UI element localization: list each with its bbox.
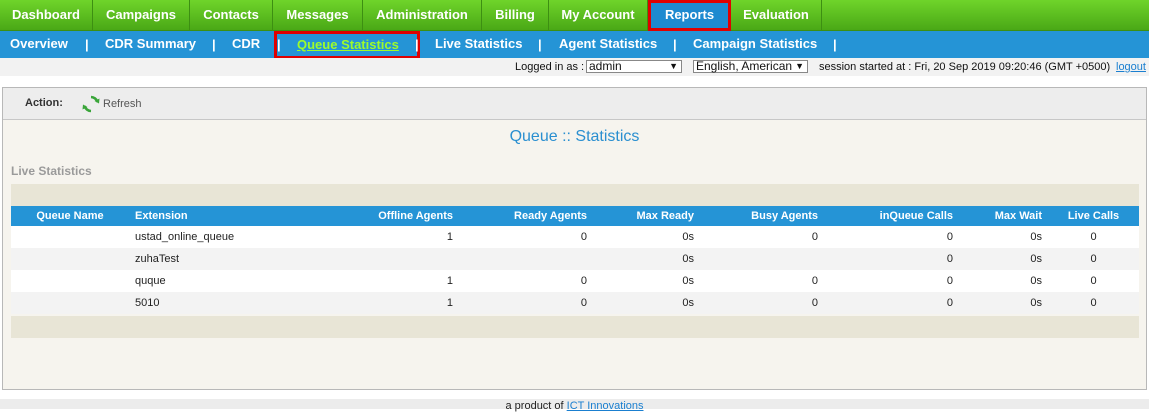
cell-live-calls: 0 bbox=[1048, 292, 1139, 314]
table-row: quque 1 0 0s 0 0 0s 0 bbox=[11, 270, 1139, 292]
cell-ready-agents bbox=[459, 248, 593, 270]
col-ready-agents[interactable]: Ready Agents bbox=[459, 206, 593, 226]
subnav-live-statistics[interactable]: Live Statistics bbox=[435, 31, 522, 58]
refresh-label: Refresh bbox=[103, 98, 142, 110]
chevron-down-icon: ▼ bbox=[669, 61, 678, 71]
cell-max-wait: 0s bbox=[959, 292, 1048, 314]
col-max-wait[interactable]: Max Wait bbox=[959, 206, 1048, 226]
queue-stats-table: Queue Name Extension Offline Agents Read… bbox=[11, 206, 1139, 314]
subnav-separator: | bbox=[212, 37, 216, 52]
nav-campaigns[interactable]: Campaigns bbox=[93, 0, 190, 31]
user-select-value: admin bbox=[589, 59, 622, 73]
table-row: 5010 1 0 0s 0 0 0s 0 bbox=[11, 292, 1139, 314]
nav-billing[interactable]: Billing bbox=[482, 0, 549, 31]
nav-evaluation[interactable]: Evaluation bbox=[731, 0, 822, 31]
cell-max-ready: 0s bbox=[593, 226, 700, 248]
cell-queue-name bbox=[11, 270, 129, 292]
cell-max-wait: 0s bbox=[959, 248, 1048, 270]
cell-inqueue-calls: 0 bbox=[824, 270, 959, 292]
subnav-agent-statistics[interactable]: Agent Statistics bbox=[559, 31, 657, 58]
table-top-band bbox=[11, 184, 1139, 206]
cell-max-ready: 0s bbox=[593, 270, 700, 292]
section-label: Live Statistics bbox=[11, 164, 92, 178]
logged-in-label: Logged in as : bbox=[515, 61, 585, 73]
cell-extension: ustad_online_queue bbox=[129, 226, 329, 248]
main-nav: Dashboard Campaigns Contacts Messages Ad… bbox=[0, 0, 1149, 31]
col-inqueue-calls[interactable]: inQueue Calls bbox=[824, 206, 959, 226]
cell-live-calls: 0 bbox=[1048, 226, 1139, 248]
session-info: session started at : Fri, 20 Sep 2019 09… bbox=[819, 61, 1111, 73]
refresh-button[interactable]: Refresh bbox=[81, 94, 142, 114]
cell-busy-agents: 0 bbox=[700, 292, 824, 314]
cell-busy-agents: 0 bbox=[700, 270, 824, 292]
col-extension[interactable]: Extension bbox=[129, 206, 329, 226]
cell-offline-agents: 1 bbox=[329, 292, 459, 314]
action-toolbar: Action: Refresh bbox=[3, 88, 1146, 120]
content-panel: Action: Refresh Queue :: Statistics Live… bbox=[2, 87, 1147, 390]
subnav-overview[interactable]: Overview bbox=[10, 31, 68, 58]
cell-max-ready: 0s bbox=[593, 248, 700, 270]
col-max-ready[interactable]: Max Ready bbox=[593, 206, 700, 226]
cell-extension: 5010 bbox=[129, 292, 329, 314]
cell-ready-agents: 0 bbox=[459, 226, 593, 248]
nav-reports[interactable]: Reports bbox=[648, 0, 731, 31]
cell-live-calls: 0 bbox=[1048, 270, 1139, 292]
col-queue-name[interactable]: Queue Name bbox=[11, 206, 129, 226]
subnav-queue-statistics[interactable]: Queue Statistics bbox=[274, 31, 420, 59]
action-label: Action: bbox=[25, 97, 63, 109]
nav-contacts[interactable]: Contacts bbox=[190, 0, 273, 31]
table-bottom-band bbox=[11, 316, 1139, 338]
cell-offline-agents: 1 bbox=[329, 270, 459, 292]
table-header-row: Queue Name Extension Offline Agents Read… bbox=[11, 206, 1139, 226]
table-row: zuhaTest 0s 0 0s 0 bbox=[11, 248, 1139, 270]
cell-max-wait: 0s bbox=[959, 270, 1048, 292]
cell-extension: zuhaTest bbox=[129, 248, 329, 270]
cell-ready-agents: 0 bbox=[459, 270, 593, 292]
language-select[interactable]: English, American ▼ bbox=[693, 60, 808, 73]
chevron-down-icon: ▼ bbox=[795, 61, 804, 71]
user-select[interactable]: admin ▼ bbox=[586, 60, 682, 73]
cell-offline-agents: 1 bbox=[329, 226, 459, 248]
cell-busy-agents bbox=[700, 248, 824, 270]
cell-inqueue-calls: 0 bbox=[824, 292, 959, 314]
cell-ready-agents: 0 bbox=[459, 292, 593, 314]
footer-link[interactable]: ICT Innovations bbox=[567, 400, 644, 412]
cell-queue-name bbox=[11, 226, 129, 248]
subnav-separator: | bbox=[415, 37, 419, 52]
footer-text: a product of bbox=[505, 400, 564, 412]
cell-queue-name bbox=[11, 248, 129, 270]
col-offline-agents[interactable]: Offline Agents bbox=[329, 206, 459, 226]
nav-messages[interactable]: Messages bbox=[273, 0, 363, 31]
cell-offline-agents bbox=[329, 248, 459, 270]
subnav-cdr[interactable]: CDR bbox=[232, 31, 260, 58]
sub-nav: Overview | CDR Summary | CDR | Queue Sta… bbox=[0, 31, 1149, 59]
cell-busy-agents: 0 bbox=[700, 226, 824, 248]
cell-inqueue-calls: 0 bbox=[824, 248, 959, 270]
subnav-campaign-statistics[interactable]: Campaign Statistics bbox=[693, 31, 817, 58]
cell-inqueue-calls: 0 bbox=[824, 226, 959, 248]
cell-queue-name bbox=[11, 292, 129, 314]
col-live-calls[interactable]: Live Calls bbox=[1048, 206, 1139, 226]
nav-my-account[interactable]: My Account bbox=[549, 0, 648, 31]
page-title: Queue :: Statistics bbox=[509, 128, 640, 145]
language-select-value: English, American bbox=[696, 59, 793, 73]
nav-dashboard[interactable]: Dashboard bbox=[0, 0, 93, 31]
logout-link[interactable]: logout bbox=[1116, 61, 1146, 73]
refresh-icon bbox=[82, 95, 100, 113]
cell-live-calls: 0 bbox=[1048, 248, 1139, 270]
col-busy-agents[interactable]: Busy Agents bbox=[700, 206, 824, 226]
nav-administration[interactable]: Administration bbox=[363, 0, 482, 31]
user-bar: Logged in as : admin ▼ English, American… bbox=[0, 58, 1149, 76]
cell-max-wait: 0s bbox=[959, 226, 1048, 248]
subnav-separator: | bbox=[85, 37, 89, 52]
subnav-separator: | bbox=[538, 37, 542, 52]
cell-extension: quque bbox=[129, 270, 329, 292]
cell-max-ready: 0s bbox=[593, 292, 700, 314]
table-row: ustad_online_queue 1 0 0s 0 0 0s 0 bbox=[11, 226, 1139, 248]
subnav-separator: | bbox=[673, 37, 677, 52]
subnav-cdr-summary[interactable]: CDR Summary bbox=[105, 31, 196, 58]
footer: a product of ICT Innovations bbox=[0, 399, 1149, 412]
subnav-separator: | bbox=[833, 37, 837, 52]
